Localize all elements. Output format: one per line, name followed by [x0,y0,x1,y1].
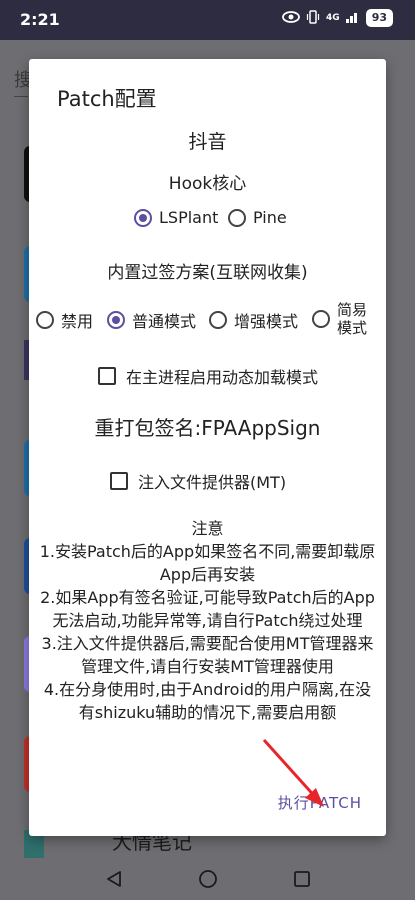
note-item: 2.如果App有签名验证,可能导致Patch后的App无法启动,功能异常等,请自… [40,588,375,630]
radio-normal-mode[interactable]: 普通模式 [107,308,196,332]
status-icons: 4G 93 [282,9,393,27]
notes-section[interactable]: 注意 1.安装Patch后的App如果签名不同,需要卸载原App后再安装 2.如… [39,517,376,763]
checkbox-icon [110,472,128,490]
radio-enhanced-mode[interactable]: 增强模式 [209,308,298,332]
radio-label: 禁用 [61,312,94,331]
radio-button-icon [36,311,54,329]
radio-button-icon [134,208,152,227]
signature-section-title: 内置过签方案(互联网收集) [107,263,308,283]
radio-label: 简易模式 [337,301,368,337]
back-icon[interactable] [102,867,126,891]
battery-level: 93 [365,9,393,27]
hook-section-title: Hook核心 [168,174,247,194]
background-divider [14,96,28,97]
notes-title: 注意 [191,519,224,538]
eye-icon [282,10,300,26]
radio-lsplant[interactable]: LSPlant [134,208,218,227]
network-type: 4G [326,13,340,23]
radio-label: LSPlant [159,208,219,227]
radio-disabled[interactable]: 禁用 [36,308,93,332]
radio-label: 增强模式 [234,312,299,331]
inject-provider-checkbox[interactable]: 注入文件提供器(MT) [110,469,286,493]
dynamic-load-checkbox[interactable]: 在主进程启用动态加载模式 [98,364,318,388]
signal-icon [345,11,360,26]
repack-signature: 重打包签名:FPAAppSign [94,416,321,440]
status-bar: 2:21 4G 93 [0,0,415,40]
radio-button-icon [228,208,246,227]
radio-pine[interactable]: Pine [228,208,287,227]
note-item: 3.注入文件提供器后,需要配合使用MT管理器来管理文件,请自行安装MT管理器使用 [41,634,374,676]
note-item: 4.在分身使用时,由于Android的用户隔离,在没有shizuku辅助的情况下… [43,680,372,722]
execute-patch-button[interactable]: 执行PATCH [278,792,362,813]
checkbox-label: 注入文件提供器(MT) [138,473,287,492]
radio-button-icon [209,311,227,329]
patch-config-dialog: Patch配置 抖音 Hook核心 LSPlant Pine 内置过签方案(互联… [29,59,386,836]
checkbox-label: 在主进程启用动态加载模式 [126,368,319,387]
home-icon[interactable] [196,867,220,891]
checkbox-icon [98,367,116,385]
radio-button-icon [312,310,330,328]
radio-button-icon [107,311,125,329]
radio-label: 普通模式 [132,312,197,331]
radio-simple-mode[interactable]: 简易模式 [312,301,371,337]
vibrate-icon [306,9,320,27]
navigation-bar [0,858,415,900]
dialog-title: Patch配置 [57,87,157,111]
status-time: 2:21 [20,10,60,29]
app-name: 抖音 [188,131,227,153]
radio-label: Pine [253,208,287,227]
recents-icon[interactable] [290,867,314,891]
note-item: 1.安装Patch后的App如果签名不同,需要卸载原App后再安装 [39,542,376,584]
